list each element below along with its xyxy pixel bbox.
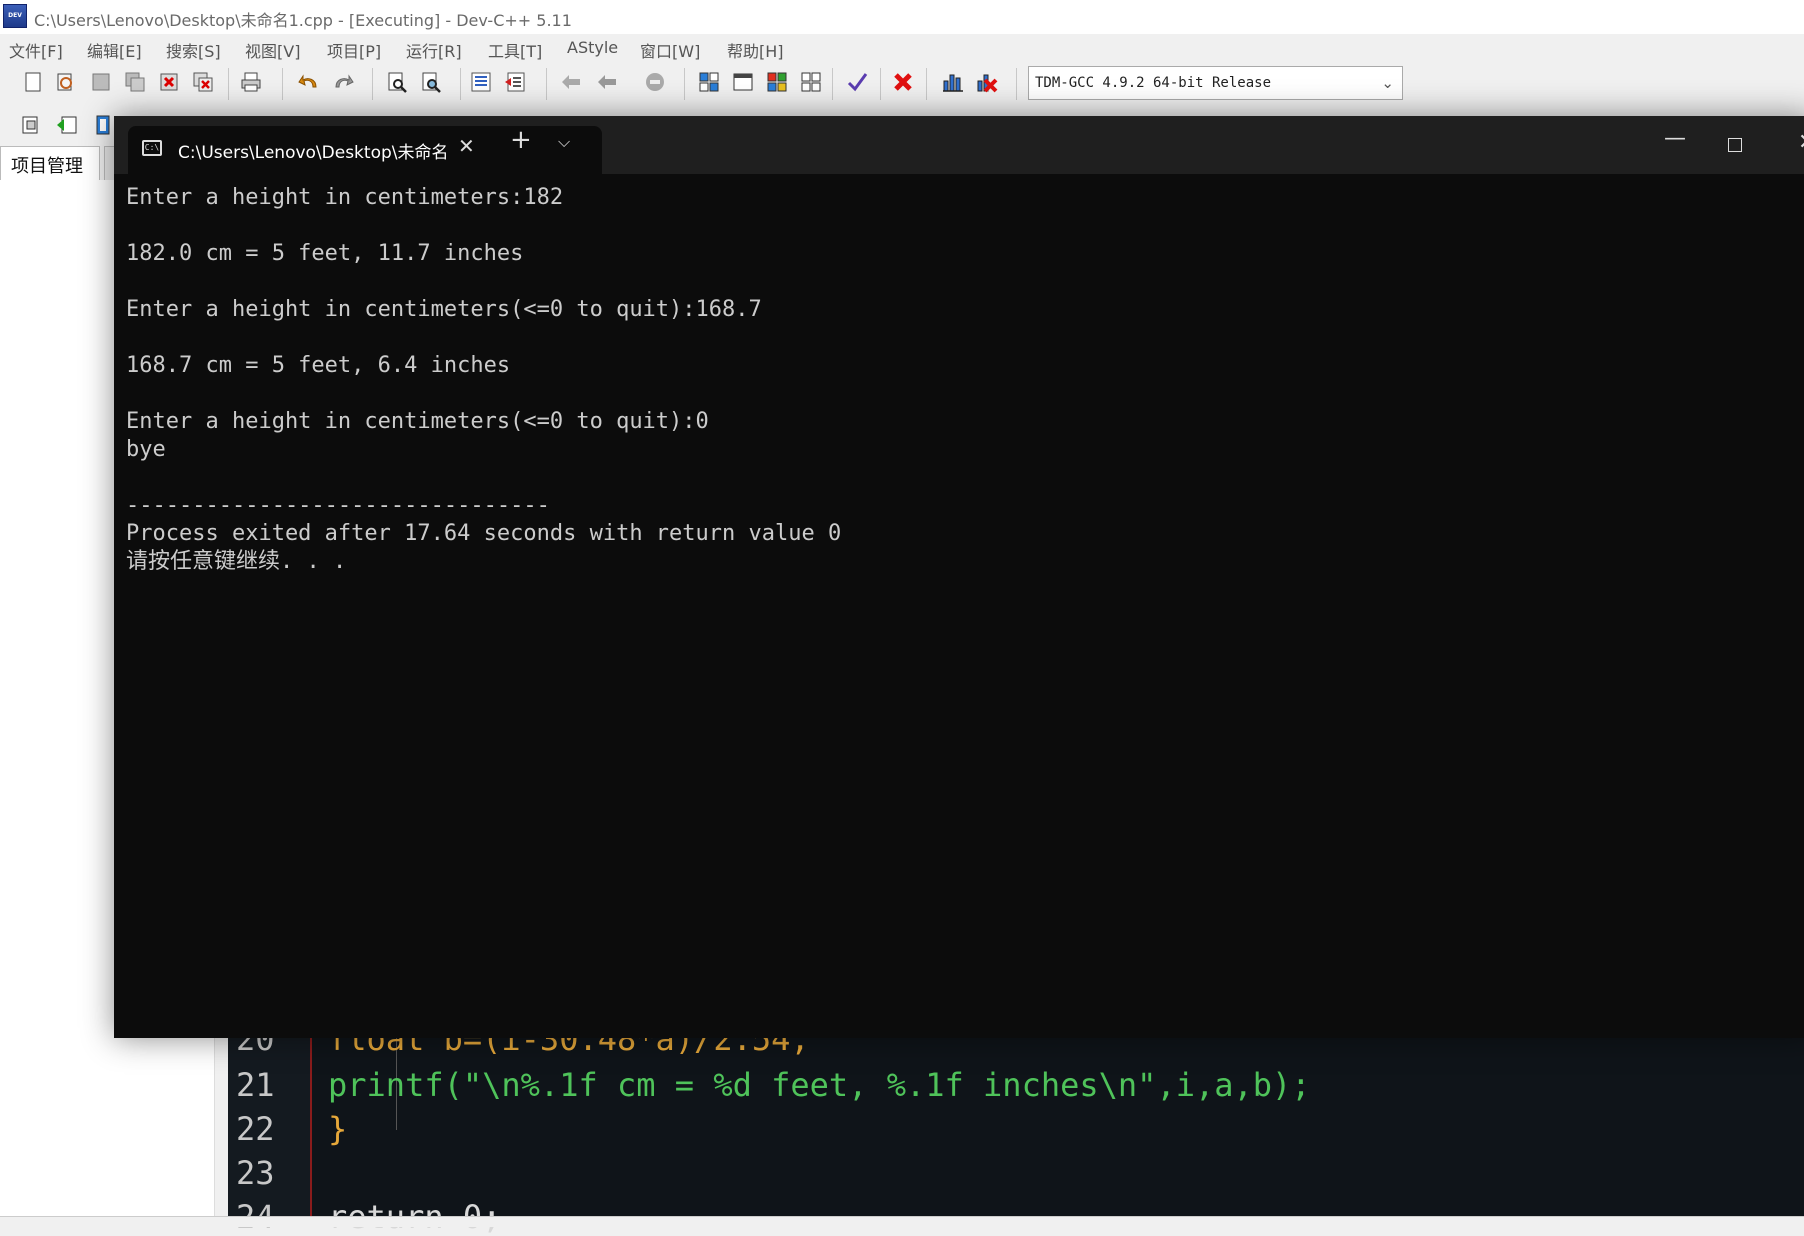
bookmark-next-icon[interactable] [596,71,618,93]
close-tab-icon[interactable]: ✕ [458,134,475,158]
new-tab-icon[interactable]: + [510,127,532,153]
menu-bar: 文件[F] 编辑[E] 搜索[S] 视图[V] 项目[P] 运行[R] 工具[T… [0,34,1804,64]
close-file-icon[interactable] [158,71,180,93]
terminal-line: 168.7 cm = 5 feet, 6.4 inches [126,353,511,378]
terminal-line: Process exited after 17.64 seconds with … [126,521,842,546]
menu-help[interactable]: 帮助[H] [727,38,784,62]
compile-run-icon[interactable] [766,71,788,93]
stop-execution-icon[interactable] [892,71,914,93]
menu-file[interactable]: 文件[F] [9,38,63,62]
terminal-icon: C:\ [142,140,162,156]
find-icon[interactable] [386,71,408,93]
ide-title-bar: DEV C:\Users\Lenovo\Desktop\未命名1.cpp - [… [0,0,1804,34]
menu-astyle[interactable]: AStyle [567,38,618,57]
menu-window[interactable]: 窗口[W] [640,38,700,62]
run-icon[interactable] [732,71,754,93]
line-number-gutter: 20 21 22 23 24 [228,1020,310,1236]
toggle-comment-icon[interactable] [644,71,666,93]
close-all-icon[interactable] [192,71,214,93]
terminal-line: 请按任意键继续. . . [126,549,347,574]
delete-profile-icon[interactable] [976,71,998,93]
tab-project-manager-label: 项目管理 [11,156,83,177]
menu-search[interactable]: 搜索[S] [166,38,221,62]
menu-edit[interactable]: 编辑[E] [87,38,142,62]
menu-tools[interactable]: 工具[T] [488,38,542,62]
line-number: 23 [236,1154,275,1192]
line-number: 22 [236,1110,275,1148]
new-file-icon[interactable] [22,71,44,93]
terminal-line: 182.0 cm = 5 feet, 11.7 inches [126,241,524,266]
code-line: printf("\n%.1f cm = %d feet, %.1f inches… [328,1066,1311,1104]
terminal-tab-title: C:\Users\Lenovo\Desktop\未命名1.exe [178,143,450,163]
terminal-line: Enter a height in centimeters(<=0 to qui… [126,297,762,322]
terminal-title-bar: C:\ C:\Users\Lenovo\Desktop\未命名1.exe ✕ +… [114,116,1804,174]
save-all-icon[interactable] [124,71,146,93]
save-icon[interactable] [90,71,112,93]
indent-icon[interactable] [470,71,492,93]
terminal-window[interactable]: C:\ C:\Users\Lenovo\Desktop\未命名1.exe ✕ +… [114,116,1804,1038]
close-window-icon[interactable]: ✕ [1798,130,1804,155]
open-file-icon[interactable] [54,71,76,93]
minimize-icon[interactable]: — [1664,126,1686,151]
window-title: C:\Users\Lenovo\Desktop\未命名1.cpp - [Exec… [34,11,572,30]
unindent-icon[interactable] [504,71,526,93]
secondary-toolbar [0,106,130,144]
new-project-icon[interactable] [20,114,42,136]
print-icon[interactable] [240,71,262,93]
menu-run[interactable]: 运行[R] [406,38,462,62]
compile-icon[interactable] [698,71,720,93]
status-bar [0,1216,1804,1227]
undo-icon[interactable] [298,71,320,93]
devcpp-app-icon: DEV [3,4,27,28]
terminal-line: -------------------------------- [126,493,550,518]
compiler-select[interactable]: TDM-GCC 4.9.2 64-bit Release ⌄ [1028,66,1403,100]
terminal-line: Enter a height in centimeters(<=0 to qui… [126,409,709,434]
replace-icon[interactable] [420,71,442,93]
gutter-marker [310,1030,312,1216]
menu-view[interactable]: 视图[V] [245,38,300,62]
rebuild-all-icon[interactable] [800,71,822,93]
add-to-project-icon[interactable] [56,114,78,136]
menu-project[interactable]: 项目[P] [327,38,381,62]
chevron-down-icon: ⌄ [1381,74,1394,92]
code-line: } [328,1110,348,1148]
redo-icon[interactable] [332,71,354,93]
terminal-line: bye [126,437,166,462]
line-number: 21 [236,1066,275,1104]
maximize-icon[interactable] [1728,138,1742,152]
chevron-down-icon[interactable]: ⌵ [558,132,570,152]
syntax-check-icon[interactable] [846,71,868,93]
tab-project-manager[interactable]: 项目管理 [0,146,100,180]
terminal-output[interactable]: Enter a height in centimeters:182 182.0 … [126,184,1804,576]
profile-icon[interactable] [942,71,964,93]
terminal-line: Enter a height in centimeters:182 [126,185,564,210]
bookmark-prev-icon[interactable] [560,71,582,93]
project-options-icon[interactable] [92,114,114,136]
code-editor[interactable]: 20 21 22 23 24 float b=(i-30.48*a)/2.54;… [228,1020,1804,1236]
compiler-select-value: TDM-GCC 4.9.2 64-bit Release [1035,75,1272,91]
